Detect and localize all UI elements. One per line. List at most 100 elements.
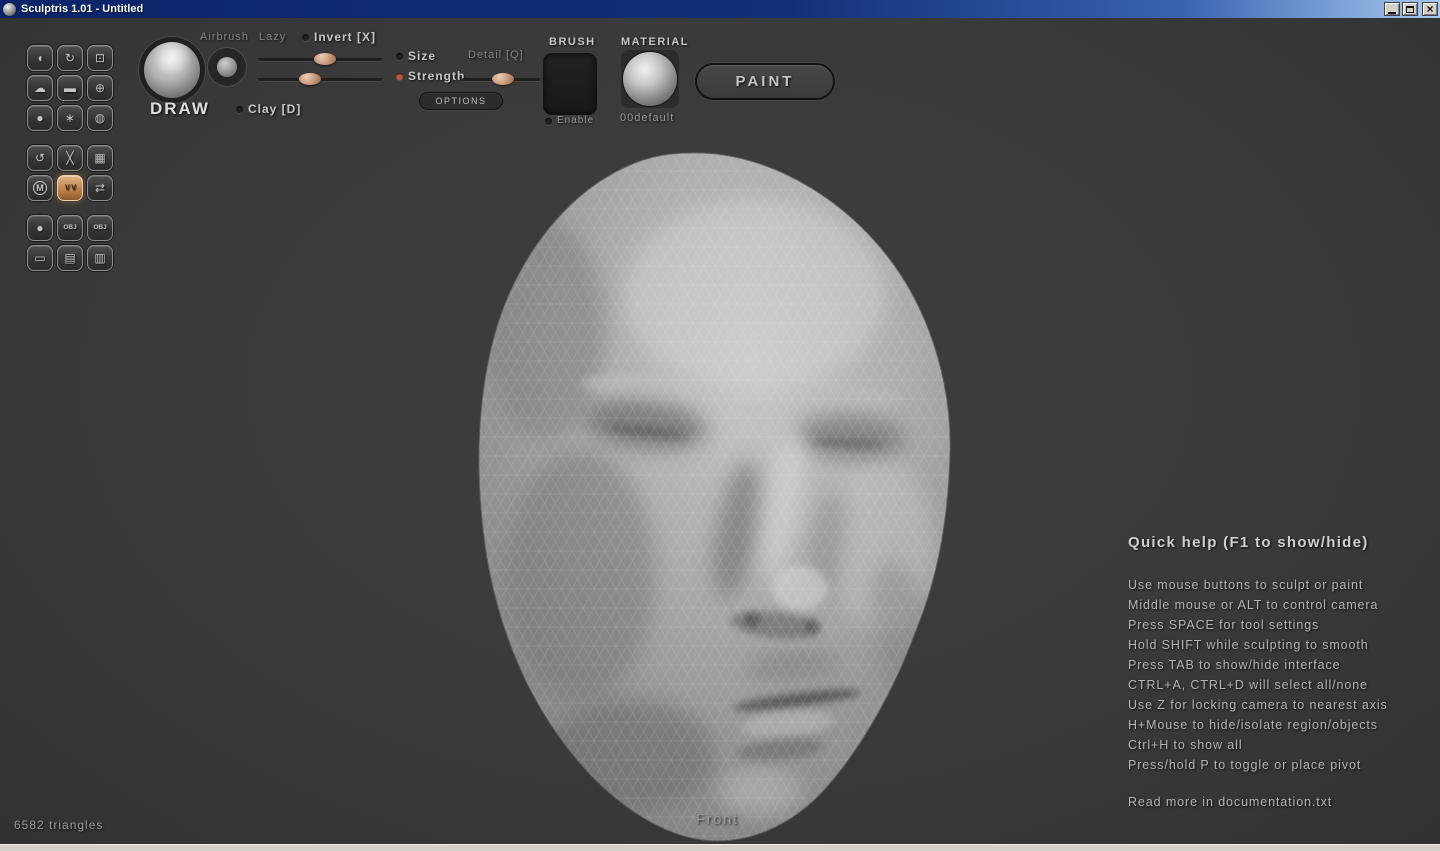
clear-mask-icon: ╳ xyxy=(66,152,73,164)
close-button[interactable]: × xyxy=(1422,2,1438,16)
size-slider-knob[interactable] xyxy=(314,53,336,65)
brush-preview[interactable] xyxy=(138,36,206,104)
paint-mode-button[interactable]: PAINT xyxy=(695,63,835,100)
strength-label: Strength xyxy=(408,69,465,83)
head-shading xyxy=(430,120,990,851)
brush-panel-title: BRUSH xyxy=(549,36,596,48)
brush-texture-slot[interactable] xyxy=(542,52,598,116)
size-radio[interactable] xyxy=(396,53,403,60)
window-title: Sculptris 1.01 - Untitled xyxy=(21,3,1384,15)
window-controls: × xyxy=(1384,2,1438,16)
app-icon xyxy=(3,3,16,16)
titlebar[interactable]: Sculptris 1.01 - Untitled × xyxy=(0,0,1440,18)
plane-icon: ▭ xyxy=(34,252,45,264)
help-line: Use Z for locking camera to nearest axis xyxy=(1128,695,1428,715)
subdivide-all-icon: ▦ xyxy=(94,152,105,164)
detail-slider[interactable] xyxy=(462,78,540,81)
options-button[interactable]: OPTIONS xyxy=(419,92,503,110)
help-line: Ctrl+H to show all xyxy=(1128,735,1428,755)
help-line: Press TAB to show/hide interface xyxy=(1128,655,1428,675)
pinch-tool-button[interactable]: ∗ xyxy=(57,105,83,131)
lazy-radius-indicator[interactable] xyxy=(207,47,247,87)
detail-slider-knob[interactable] xyxy=(492,73,514,85)
taskbar-edge[interactable] xyxy=(0,844,1440,851)
mask-tool-button[interactable]: M xyxy=(27,175,53,201)
size-label: Size xyxy=(408,49,436,63)
flatten-icon: ▬ xyxy=(64,82,76,94)
rotate-tool-button[interactable]: ↻ xyxy=(57,45,83,71)
pinch-icon: ∗ xyxy=(65,112,75,124)
triangle-count: 6582 triangles xyxy=(14,818,103,832)
smooth-tool-button[interactable]: ◍ xyxy=(87,105,113,131)
save-icon: ▥ xyxy=(94,252,105,264)
airbrush-label[interactable]: Airbrush xyxy=(200,31,249,43)
brush-enable-radio[interactable] xyxy=(545,118,552,125)
crease-tool-button[interactable]: ◖ xyxy=(27,45,53,71)
scale-icon: ⊡ xyxy=(95,52,105,64)
material-sphere-icon xyxy=(623,52,677,106)
import-obj-button[interactable]: OBJ xyxy=(57,215,83,241)
maximize-button[interactable] xyxy=(1402,2,1418,16)
draw-icon: ☁ xyxy=(34,82,46,94)
view-orientation-label: Front xyxy=(696,811,739,828)
help-line: H+Mouse to hide/isolate region/objects xyxy=(1128,715,1428,735)
quick-help-panel: Quick help (F1 to show/hide) Use mouse b… xyxy=(1128,534,1428,809)
sculptris-window: Sculptris 1.01 - Untitled × xyxy=(0,0,1440,851)
size-slider[interactable] xyxy=(258,58,382,61)
minimize-button[interactable] xyxy=(1384,2,1400,16)
export-obj-button[interactable]: OBJ xyxy=(87,215,113,241)
sphere-icon: ● xyxy=(36,222,43,234)
detail-label: Detail [Q] xyxy=(468,49,524,61)
smooth-icon: ◍ xyxy=(95,112,105,124)
save-scene-button[interactable]: ▥ xyxy=(87,245,113,271)
clear-mask-button[interactable]: ╳ xyxy=(57,145,83,171)
new-sphere-button[interactable]: ● xyxy=(27,215,53,241)
help-line: Use mouse buttons to sculpt or paint xyxy=(1128,575,1428,595)
rotate-icon: ↻ xyxy=(65,52,75,64)
wireframe-icon: ∨∨ xyxy=(64,183,77,193)
invert-radio[interactable] xyxy=(302,34,309,41)
grab-tool-button[interactable]: ⊕ xyxy=(87,75,113,101)
symmetry-toggle-button[interactable]: ⇄ xyxy=(87,175,113,201)
flatten-tool-button[interactable]: ▬ xyxy=(57,75,83,101)
help-line: Hold SHIFT while sculpting to smooth xyxy=(1128,635,1428,655)
lazy-core-icon xyxy=(217,57,237,77)
open-icon: ▤ xyxy=(64,252,75,264)
scale-tool-button[interactable]: ⊡ xyxy=(87,45,113,71)
mask-icon: M xyxy=(33,181,47,195)
brush-preview-sphere-icon xyxy=(144,42,200,98)
reduce-selected-icon: ↺ xyxy=(35,152,45,164)
open-scene-button[interactable]: ▤ xyxy=(57,245,83,271)
help-line: CTRL+A, CTRL+D will select all/none xyxy=(1128,675,1428,695)
subdivide-all-button[interactable]: ▦ xyxy=(87,145,113,171)
wireframe-overlay xyxy=(430,120,990,851)
new-plane-button[interactable]: ▭ xyxy=(27,245,53,271)
wireframe-toggle-button[interactable]: ∨∨ xyxy=(57,175,83,201)
lazy-label[interactable]: Lazy xyxy=(259,31,286,43)
help-line: Press SPACE for tool settings xyxy=(1128,615,1428,635)
material-name: 00default xyxy=(620,112,674,124)
minimize-icon xyxy=(1388,12,1396,14)
quick-help-footer: Read more in documentation.txt xyxy=(1128,795,1428,809)
material-panel-title: MATERIAL xyxy=(621,36,689,48)
maximize-icon xyxy=(1406,6,1414,13)
strength-radio[interactable] xyxy=(396,73,403,80)
import-obj-icon: OBJ xyxy=(63,225,76,232)
clay-radio[interactable] xyxy=(236,106,243,113)
grab-icon: ⊕ xyxy=(95,82,105,94)
inflate-tool-button[interactable]: ● xyxy=(27,105,53,131)
strength-slider-knob[interactable] xyxy=(299,73,321,85)
draw-tool-button[interactable]: ☁ xyxy=(27,75,53,101)
help-line: Middle mouse or ALT to control camera xyxy=(1128,595,1428,615)
brush-enable-label[interactable]: Enable xyxy=(557,115,594,126)
clay-label[interactable]: Clay [D] xyxy=(248,102,301,116)
strength-slider[interactable] xyxy=(258,78,382,81)
export-obj-icon: OBJ xyxy=(93,225,106,232)
quick-help-title: Quick help (F1 to show/hide) xyxy=(1128,534,1428,551)
reduce-selected-button[interactable]: ↺ xyxy=(27,145,53,171)
close-icon: × xyxy=(1426,4,1433,14)
help-line: Press/hold P to toggle or place pivot xyxy=(1128,755,1428,775)
material-slot[interactable] xyxy=(621,50,679,108)
invert-label[interactable]: Invert [X] xyxy=(314,30,376,44)
symmetry-icon: ⇄ xyxy=(95,182,105,194)
